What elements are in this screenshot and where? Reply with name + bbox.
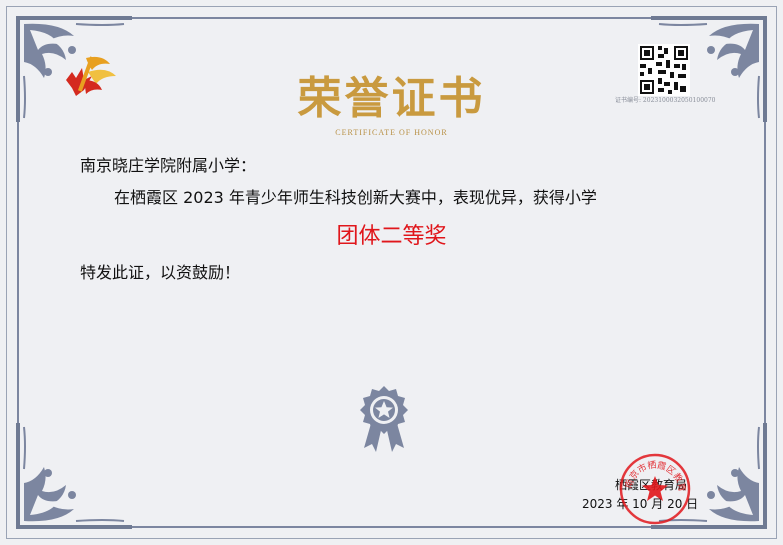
award-name: 团体二等奖: [336, 224, 447, 249]
certificate: 证书编号: 2023100032050100070 荣誉证书 CERTIFICA…: [0, 0, 783, 545]
certificate-title: 荣誉证书: [297, 73, 486, 124]
medal-icon: [360, 386, 408, 452]
seal-icon: 南京市栖霞区教育局: [618, 452, 691, 525]
recipient-line: 南京晓庄学院附属小学：: [80, 156, 257, 175]
corner-ornament-icon: [16, 423, 132, 529]
closing-line: 特发此证，以资鼓励！: [80, 263, 241, 282]
certificate-subtitle: CERTIFICATE OF HONOR: [335, 128, 448, 137]
body-text: 在栖霞区 2023 年青少年师生科技创新大赛中，表现优异，获得小学: [114, 188, 597, 207]
